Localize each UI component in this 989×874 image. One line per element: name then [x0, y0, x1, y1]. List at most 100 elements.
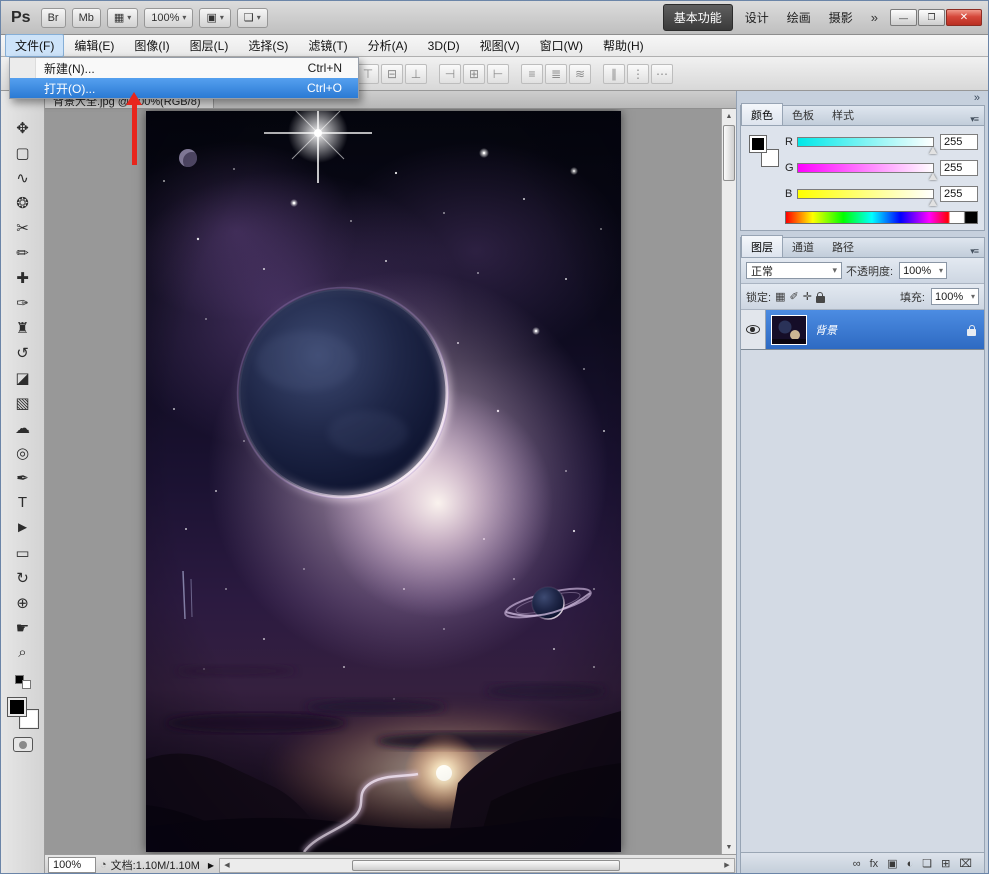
menu-file[interactable]: 文件(F) — [5, 34, 64, 57]
menu-edit[interactable]: 编辑(E) — [64, 34, 124, 57]
scroll-left-icon[interactable]: ◀ — [220, 859, 234, 872]
menu-layer[interactable]: 图层(L) — [180, 34, 239, 57]
workspace-overflow-icon[interactable]: » — [865, 10, 884, 25]
gradient-tool[interactable]: ▧ — [8, 390, 38, 415]
tab-swatches[interactable]: 色板 — [783, 104, 823, 125]
adjustment-layer-icon[interactable]: ◐ — [907, 858, 914, 870]
layer-row-background[interactable]: 背景 — [741, 310, 984, 350]
blue-slider[interactable] — [797, 189, 934, 199]
lock-transparent-pixels-icon[interactable]: ▦ — [775, 290, 785, 303]
lasso-tool[interactable]: ∿ — [8, 165, 38, 190]
rectangular-marquee-tool[interactable]: ▢ — [8, 140, 38, 165]
history-brush-tool[interactable]: ↺ — [8, 340, 38, 365]
align-top-icon[interactable]: ⊤ — [357, 64, 379, 84]
align-bottom-icon[interactable]: ⊥ — [405, 64, 427, 84]
tab-styles[interactable]: 样式 — [823, 104, 863, 125]
red-slider[interactable] — [797, 137, 934, 147]
tab-channels[interactable]: 通道 — [783, 236, 823, 257]
menu-3d[interactable]: 3D(D) — [418, 36, 470, 56]
bridge-button[interactable]: Br — [41, 8, 66, 28]
blue-value-input[interactable]: 255 — [940, 186, 978, 202]
green-value-input[interactable]: 255 — [940, 160, 978, 176]
collapse-panels-icon[interactable]: » — [974, 92, 980, 104]
hand-tool[interactable]: ☛ — [8, 615, 38, 640]
green-slider[interactable] — [797, 163, 934, 173]
lock-all-icon[interactable] — [816, 296, 825, 303]
foreground-background-swatches[interactable] — [7, 697, 39, 729]
tab-layers[interactable]: 图层 — [741, 235, 783, 257]
menu-analysis[interactable]: 分析(A) — [358, 34, 418, 57]
rectangle-tool[interactable]: ▭ — [8, 540, 38, 565]
align-vertical-center-icon[interactable]: ⊟ — [381, 64, 403, 84]
status-expand-button[interactable]: ▶ — [204, 857, 218, 873]
clone-stamp-tool[interactable]: ♜ — [8, 315, 38, 340]
layer-group-icon[interactable]: ❏ — [922, 857, 932, 870]
red-slider-thumb[interactable] — [929, 147, 937, 154]
align-left-icon[interactable]: ⊣ — [439, 64, 461, 84]
blur-tool[interactable]: ☁ — [8, 415, 38, 440]
distribute-horizontal-center-icon[interactable]: ⋮ — [627, 64, 649, 84]
brush-tool[interactable]: ✑ — [8, 290, 38, 315]
menu-help[interactable]: 帮助(H) — [593, 34, 654, 57]
menu-item-new[interactable]: 新建(N)... Ctrl+N — [10, 58, 358, 78]
align-horizontal-center-icon[interactable]: ⊞ — [463, 64, 485, 84]
foreground-color-swatch[interactable] — [7, 697, 27, 717]
panel-menu-icon[interactable]: ▾≡ — [964, 246, 984, 257]
zoom-level-select[interactable]: 100% ▾ — [144, 8, 193, 28]
scroll-right-icon[interactable]: ▶ — [720, 859, 734, 872]
horizontal-scroll-thumb[interactable] — [352, 860, 620, 871]
layer-mask-icon[interactable]: ▣ — [887, 857, 897, 870]
lock-image-pixels-icon[interactable]: ✐ — [789, 290, 798, 303]
scroll-down-icon[interactable]: ▼ — [722, 840, 736, 854]
arrange-documents-button[interactable]: ▣ ▾ — [199, 8, 230, 28]
lock-position-icon[interactable]: ✛ — [803, 290, 812, 303]
workspace-essentials-button[interactable]: 基本功能 — [663, 4, 733, 31]
horizontal-scrollbar[interactable]: ◀ ▶ — [219, 858, 735, 873]
pen-tool[interactable]: ✒ — [8, 465, 38, 490]
eyedropper-tool[interactable]: ✏ — [8, 240, 38, 265]
distribute-top-icon[interactable]: ≡ — [521, 64, 543, 84]
spot-healing-brush-tool[interactable]: ✚ — [8, 265, 38, 290]
fill-input[interactable]: 100% ▾ — [931, 288, 979, 305]
menu-item-open[interactable]: 打开(O)... Ctrl+O — [10, 78, 358, 98]
layer-thumbnail[interactable] — [771, 315, 807, 345]
zoom-tool[interactable]: ⌕ — [8, 640, 38, 665]
panel-foreground-swatch[interactable] — [749, 135, 767, 153]
vertical-scroll-thumb[interactable] — [723, 125, 735, 181]
blend-mode-select[interactable]: 正常 ▾ — [746, 262, 842, 279]
crop-tool[interactable]: ✂ — [8, 215, 38, 240]
dodge-tool[interactable]: ◎ — [8, 440, 38, 465]
status-zoom-input[interactable]: 100% — [48, 857, 96, 873]
3d-camera-tool[interactable]: ⊕ — [8, 590, 38, 615]
new-layer-icon[interactable]: ⊞ — [941, 857, 950, 870]
eraser-tool[interactable]: ◪ — [8, 365, 38, 390]
distribute-right-icon[interactable]: ⋯ — [651, 64, 673, 84]
workspace-painting-button[interactable]: 绘画 — [781, 5, 817, 30]
tab-color[interactable]: 颜色 — [741, 103, 783, 125]
path-selection-tool[interactable]: ► — [8, 515, 38, 540]
minimize-button[interactable]: — — [890, 9, 917, 26]
move-tool[interactable]: ✥ — [8, 115, 38, 140]
menu-view[interactable]: 视图(V) — [470, 34, 530, 57]
menu-image[interactable]: 图像(I) — [124, 34, 179, 57]
scroll-up-icon[interactable]: ▲ — [722, 109, 736, 123]
tab-paths[interactable]: 路径 — [823, 236, 863, 257]
distribute-vertical-center-icon[interactable]: ≣ — [545, 64, 567, 84]
blue-slider-thumb[interactable] — [929, 199, 937, 206]
quick-mask-button[interactable] — [13, 737, 33, 752]
panel-menu-icon[interactable]: ▾≡ — [964, 114, 984, 125]
green-slider-thumb[interactable] — [929, 173, 937, 180]
red-value-input[interactable]: 255 — [940, 134, 978, 150]
layer-visibility-cell[interactable] — [741, 310, 766, 349]
distribute-left-icon[interactable]: ∥ — [603, 64, 625, 84]
link-layers-icon[interactable]: ∞ — [853, 858, 861, 870]
menu-select[interactable]: 选择(S) — [238, 34, 298, 57]
mini-bridge-button[interactable]: Mb — [72, 8, 101, 28]
view-extras-button[interactable]: ▦ ▾ — [107, 8, 138, 28]
align-right-icon[interactable]: ⊢ — [487, 64, 509, 84]
layer-style-icon[interactable]: fx — [870, 858, 879, 870]
vertical-scrollbar[interactable]: ▲ ▼ — [721, 109, 736, 854]
restore-button[interactable]: ❐ — [918, 9, 945, 26]
delete-layer-icon[interactable]: ⌧ — [959, 857, 972, 870]
menu-filter[interactable]: 滤镜(T) — [298, 34, 357, 57]
